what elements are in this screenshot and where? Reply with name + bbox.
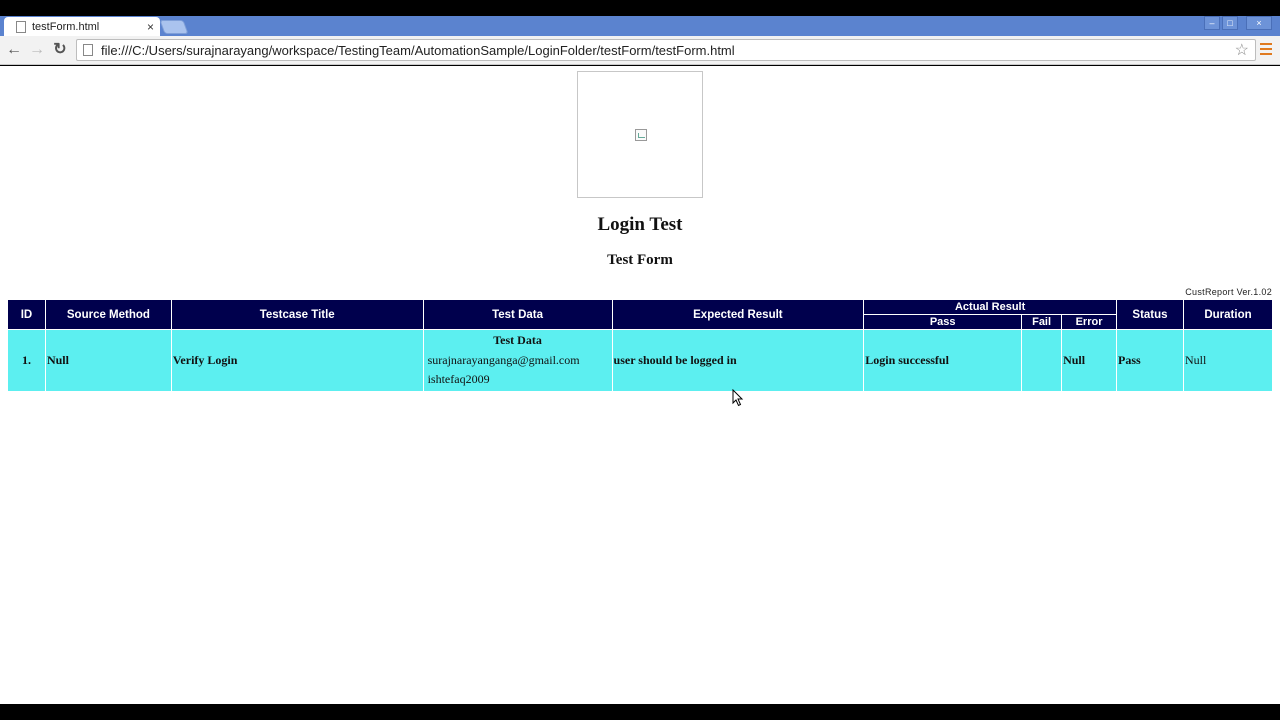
header-actual-result: Actual Result (863, 299, 1118, 315)
header-fail: Fail (1021, 314, 1063, 330)
screen-top-border (0, 0, 1280, 16)
cell-test-data: Test Data surajnarayanganga@gmail.com is… (422, 329, 613, 392)
broken-image-icon (635, 129, 647, 141)
address-bar[interactable]: file:///C:/Users/surajnarayang/workspace… (76, 39, 1256, 61)
back-icon[interactable]: ← (5, 41, 23, 59)
tab-title: testForm.html (32, 20, 100, 33)
cell-duration: Null (1182, 329, 1274, 392)
header-error: Error (1061, 314, 1118, 330)
cell-status: Pass (1116, 329, 1184, 392)
maximize-button[interactable]: □ (1222, 16, 1238, 30)
header-testcase-title: Testcase Title (170, 299, 424, 330)
header-id: ID (7, 299, 46, 330)
page-icon (16, 20, 26, 33)
cell-expected-result: user should be logged in (611, 329, 865, 392)
screen-bottom-border (0, 704, 1280, 720)
browser-tab[interactable]: testForm.html × (4, 17, 160, 36)
header-pass: Pass (863, 314, 1023, 330)
page-title: Login Test (597, 214, 683, 235)
tab-strip: testForm.html × (0, 16, 1280, 36)
page-icon (83, 44, 93, 56)
url-text[interactable]: file:///C:/Users/surajnarayang/workspace… (101, 43, 1235, 58)
table-row: 1. Null Verify Login Test Data surajnara… (7, 329, 1274, 392)
cell-fail (1021, 329, 1063, 392)
cell-id: 1. (7, 329, 46, 392)
report-version: CustReport Ver.1.02 (1185, 287, 1272, 297)
close-window-button[interactable]: × (1246, 16, 1272, 30)
close-tab-icon[interactable]: × (147, 21, 154, 33)
cell-testcase-title: Verify Login (170, 329, 424, 392)
cell-error: Null (1061, 329, 1118, 392)
header-expected-result: Expected Result (611, 299, 865, 330)
cell-pass: Login successful (863, 329, 1023, 392)
minimize-button[interactable]: – (1204, 16, 1220, 30)
cell-source-method: Null (44, 329, 172, 392)
header-source-method: Source Method (44, 299, 172, 330)
test-data-password: ishtefaq2009 (427, 371, 490, 386)
new-tab-button[interactable] (159, 20, 189, 34)
results-table: ID Source Method Testcase Title Test Dat… (7, 299, 1274, 392)
test-data-email: surajnarayanganga@gmail.com (427, 352, 580, 367)
reload-icon[interactable]: ↻ (51, 41, 69, 59)
header-test-data: Test Data (422, 299, 613, 330)
forward-icon[interactable]: → (28, 41, 46, 59)
page-subtitle: Test Form (607, 252, 673, 268)
browser-toolbar: ← → ↻ file:///C:/Users/surajnarayang/wor… (0, 36, 1280, 65)
header-status: Status (1116, 299, 1184, 330)
header-duration: Duration (1182, 299, 1274, 330)
menu-icon[interactable] (1260, 43, 1272, 58)
bookmark-star-icon[interactable]: ☆ (1235, 40, 1249, 60)
test-data-heading: Test Data (493, 332, 542, 347)
logo-image-frame (577, 71, 703, 198)
page-content: Login Test Test Form CustReport Ver.1.02… (0, 66, 1280, 704)
